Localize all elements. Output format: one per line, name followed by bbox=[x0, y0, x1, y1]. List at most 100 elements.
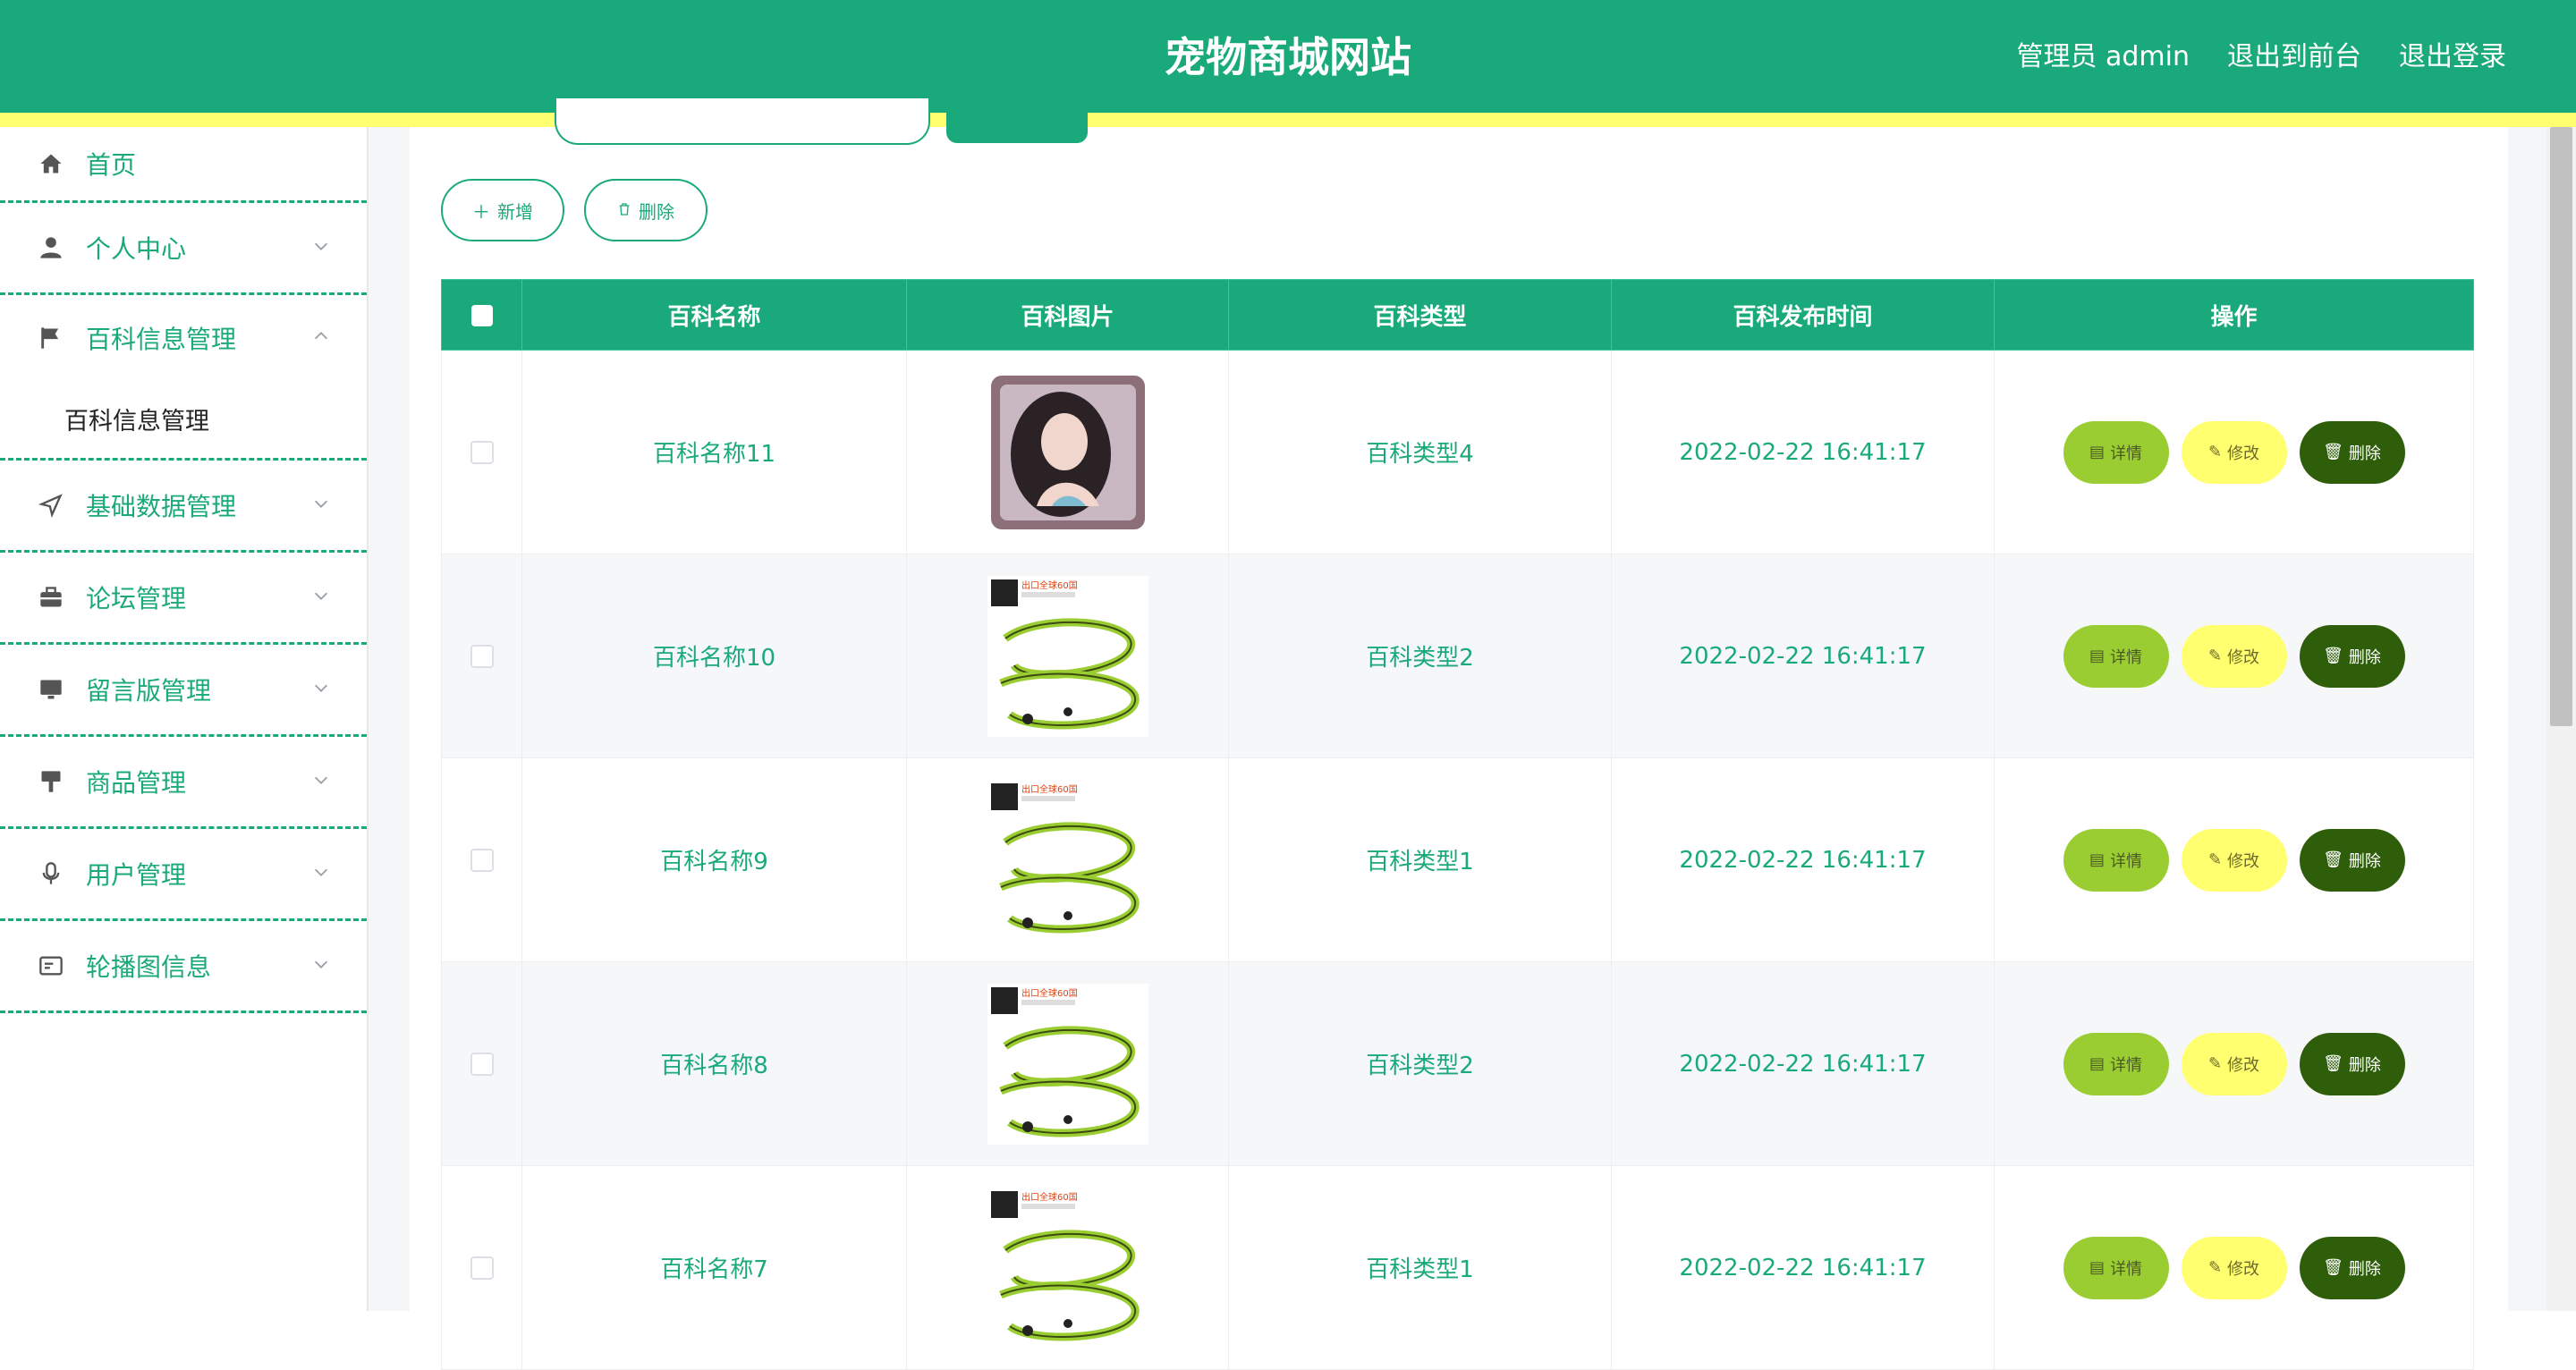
edit-label: 修改 bbox=[2227, 851, 2260, 871]
sidebar-item-products[interactable]: 商品管理 bbox=[0, 737, 367, 829]
detail-button[interactable]: ▤ 详情 bbox=[2063, 420, 2169, 484]
table-row: 百科名称10 出口全球60国 百科类型2 2022-02-22 16:41:17 bbox=[441, 554, 2474, 758]
chevron-up-icon bbox=[311, 326, 335, 350]
delete-row-button[interactable]: 🗑 删除 bbox=[2299, 1236, 2405, 1299]
wiki-time-cell: 2022-02-22 16:41:17 bbox=[1611, 757, 1995, 962]
sidebar-item-carousel[interactable]: 轮播图信息 bbox=[0, 921, 367, 1013]
wiki-name-cell: 百科名称8 bbox=[521, 961, 907, 1166]
delete-label: 删除 bbox=[2348, 851, 2381, 871]
table-row: 百科名称9 出口全球60国 百科类型1 2022-02-22 16:41:17 bbox=[441, 757, 2474, 962]
sidebar-item-label: 基础数据管理 bbox=[86, 492, 237, 521]
wiki-type-cell: 百科类型2 bbox=[1228, 961, 1612, 1166]
wiki-type-cell: 百科类型1 bbox=[1228, 757, 1612, 962]
delete-button-label: 删除 bbox=[639, 200, 674, 223]
column-header: 百科名称 bbox=[521, 279, 907, 351]
leash-image[interactable]: 出口全球60国 bbox=[987, 575, 1148, 737]
table-row: 百科名称7 出口全球60国 百科类型1 2022-02-22 16:41:17 bbox=[441, 1165, 2474, 1370]
detail-button[interactable]: ▤ 详情 bbox=[2063, 828, 2169, 892]
wiki-image-cell bbox=[906, 350, 1229, 554]
batch-delete-button[interactable]: 删除 bbox=[584, 179, 708, 241]
leash-image[interactable]: 出口全球60国 bbox=[987, 1187, 1148, 1349]
scrollbar-thumb[interactable] bbox=[2550, 127, 2572, 726]
chevron-down-icon bbox=[311, 494, 335, 517]
detail-button[interactable]: ▤ 详情 bbox=[2063, 624, 2169, 688]
document-icon: ▤ bbox=[2089, 647, 2105, 665]
delete-row-button[interactable]: 🗑 删除 bbox=[2299, 420, 2405, 484]
sidebar-item-label: 论坛管理 bbox=[86, 584, 187, 613]
wiki-time-cell: 2022-02-22 16:41:17 bbox=[1611, 350, 1995, 554]
edit-label: 修改 bbox=[2227, 647, 2260, 667]
edit-button[interactable]: ✎ 修改 bbox=[2181, 420, 2287, 484]
delete-row-button[interactable]: 🗑 删除 bbox=[2299, 828, 2405, 892]
sidebar-item-label: 用户管理 bbox=[86, 860, 187, 890]
exit-to-front-link[interactable]: 退出到前台 bbox=[2227, 36, 2361, 79]
actions-cell: ▤ 详情 ✎ 修改 🗑 删除 bbox=[1994, 350, 2474, 554]
header-accent-stripe bbox=[0, 113, 2576, 127]
submenu-item-wiki-info[interactable]: 百科信息管理 bbox=[0, 380, 367, 461]
sidebar-item-users[interactable]: 用户管理 bbox=[0, 829, 367, 921]
sidebar-item-personal-center[interactable]: 个人中心 bbox=[0, 203, 367, 295]
actions-cell: ▤ 详情 ✎ 修改 🗑 删除 bbox=[1994, 757, 2474, 962]
card-icon bbox=[36, 951, 66, 981]
delete-row-button[interactable]: 🗑 删除 bbox=[2299, 1032, 2405, 1095]
row-checkbox[interactable] bbox=[470, 645, 494, 668]
sidebar-item-label: 百科信息管理 bbox=[86, 324, 237, 354]
sidebar-item-label: 轮播图信息 bbox=[86, 952, 212, 982]
detail-label: 详情 bbox=[2110, 851, 2142, 871]
edit-label: 修改 bbox=[2227, 444, 2260, 463]
monitor-icon bbox=[36, 674, 66, 705]
delete-row-button[interactable]: 🗑 删除 bbox=[2299, 624, 2405, 688]
edit-button[interactable]: ✎ 修改 bbox=[2181, 1236, 2287, 1299]
detail-label: 详情 bbox=[2110, 444, 2142, 463]
row-checkbox[interactable] bbox=[470, 1256, 494, 1280]
sidebar-item-wiki-management[interactable]: 百科信息管理 bbox=[0, 295, 367, 380]
detail-label: 详情 bbox=[2110, 1055, 2142, 1075]
image-caption: 出口全球60国 bbox=[1021, 579, 1078, 591]
document-icon: ▤ bbox=[2089, 850, 2105, 869]
search-button[interactable] bbox=[946, 107, 1088, 143]
edit-button[interactable]: ✎ 修改 bbox=[2181, 828, 2287, 892]
wiki-name-cell: 百科名称7 bbox=[521, 1165, 907, 1370]
select-all-checkbox[interactable] bbox=[470, 304, 493, 326]
add-button[interactable]: ＋ 新增 bbox=[441, 179, 564, 241]
actions-cell: ▤ 详情 ✎ 修改 🗑 删除 bbox=[1994, 961, 2474, 1166]
top-header: 宠物商城网站 管理员 admin 退出到前台 退出登录 bbox=[0, 0, 2576, 113]
sidebar-item-basic-data[interactable]: 基础数据管理 bbox=[0, 461, 367, 553]
admin-user-link[interactable]: 管理员 admin bbox=[2016, 36, 2190, 79]
sidebar-item-home[interactable]: 首页 bbox=[0, 127, 367, 203]
select-all-cell[interactable] bbox=[441, 279, 522, 351]
table-row: 百科名称11 百科类型4 2022-02-22 16:41:17 ▤ 详情 ✎ 修改… bbox=[441, 350, 2474, 554]
flag-icon bbox=[36, 323, 66, 353]
wiki-image-cell: 出口全球60国 bbox=[906, 757, 1229, 962]
user-icon bbox=[36, 233, 66, 263]
search-input[interactable] bbox=[555, 98, 930, 145]
wiki-type-cell: 百科类型2 bbox=[1228, 554, 1612, 758]
delete-label: 删除 bbox=[2348, 444, 2381, 463]
delete-label: 删除 bbox=[2348, 1055, 2381, 1075]
row-checkbox[interactable] bbox=[470, 441, 494, 464]
chevron-down-icon bbox=[311, 586, 335, 609]
edit-button[interactable]: ✎ 修改 bbox=[2181, 1032, 2287, 1095]
chevron-down-icon bbox=[311, 862, 335, 885]
portrait-image[interactable] bbox=[987, 372, 1148, 533]
trash-icon: 🗑 bbox=[2323, 1054, 2343, 1073]
sidebar-item-forum[interactable]: 论坛管理 bbox=[0, 553, 367, 645]
edit-label: 修改 bbox=[2227, 1259, 2260, 1279]
edit-button[interactable]: ✎ 修改 bbox=[2181, 624, 2287, 688]
sidebar-item-message-board[interactable]: 留言版管理 bbox=[0, 645, 367, 737]
wiki-name-cell: 百科名称11 bbox=[521, 350, 907, 554]
actions-cell: ▤ 详情 ✎ 修改 🗑 删除 bbox=[1994, 1165, 2474, 1370]
sidebar-item-label: 商品管理 bbox=[86, 768, 187, 798]
leash-image[interactable]: 出口全球60国 bbox=[987, 983, 1148, 1145]
wiki-image-cell: 出口全球60国 bbox=[906, 554, 1229, 758]
logout-link[interactable]: 退出登录 bbox=[2399, 36, 2506, 79]
leash-image[interactable]: 出口全球60国 bbox=[987, 779, 1148, 941]
row-checkbox[interactable] bbox=[470, 1053, 494, 1076]
detail-button[interactable]: ▤ 详情 bbox=[2063, 1032, 2169, 1095]
pencil-icon: ✎ bbox=[2207, 1054, 2223, 1073]
image-caption: 出口全球60国 bbox=[1021, 783, 1078, 795]
wiki-time-cell: 2022-02-22 16:41:17 bbox=[1611, 1165, 1995, 1370]
detail-button[interactable]: ▤ 详情 bbox=[2063, 1236, 2169, 1299]
row-checkbox[interactable] bbox=[470, 849, 494, 872]
chevron-down-icon bbox=[311, 770, 335, 793]
